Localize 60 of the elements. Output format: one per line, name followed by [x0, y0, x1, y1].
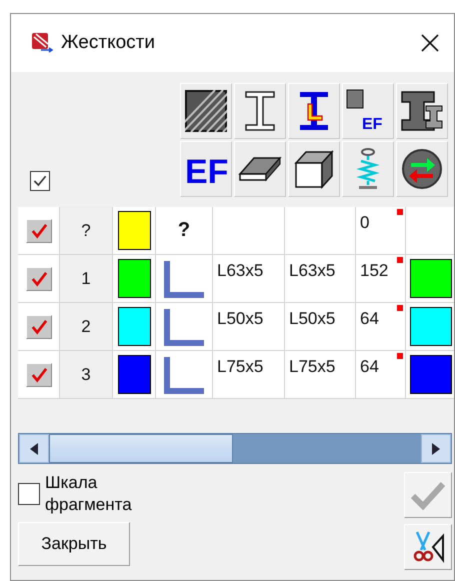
table-cell: 64: [356, 303, 406, 350]
show-all-checkbox[interactable]: [30, 171, 50, 191]
checkmark-icon: [411, 480, 445, 510]
close-button[interactable]: Закрыть: [18, 522, 130, 566]
table-cell: L75x5: [285, 351, 356, 398]
swap-icon: [401, 148, 443, 190]
ibeam-icon: [298, 90, 330, 132]
table-cell: L50x5: [213, 303, 285, 350]
checkmark-icon: [30, 270, 48, 286]
row-checkbox[interactable]: [26, 362, 52, 386]
color-swatch[interactable]: [118, 259, 150, 298]
scroll-right-button[interactable]: [421, 434, 451, 463]
scale-checkbox[interactable]: [18, 483, 40, 505]
scroll-left-button[interactable]: [19, 434, 49, 463]
hatch-icon: [185, 90, 227, 132]
cut-button[interactable]: [404, 524, 452, 570]
color-swatch[interactable]: [118, 355, 150, 394]
horizontal-scrollbar[interactable]: [18, 433, 452, 464]
checkmark-icon: [30, 318, 48, 334]
angle-section-icon: [162, 354, 206, 394]
scroll-thumb[interactable]: [49, 434, 233, 463]
left-arrow-icon: [29, 442, 39, 456]
row-checkbox[interactable]: [26, 218, 52, 242]
cube-icon: [294, 149, 334, 189]
angle-section-icon: [162, 258, 206, 298]
table-cell: 64: [356, 351, 406, 398]
close-icon[interactable]: [420, 33, 440, 53]
table-cell: L63x5: [285, 255, 356, 302]
checkmark-icon: [30, 222, 48, 238]
table-cell: L50x5: [285, 303, 356, 350]
row-checkbox[interactable]: [26, 266, 52, 290]
spring-icon: [356, 147, 380, 191]
color-swatch[interactable]: [118, 307, 150, 346]
checkmark-icon: [32, 173, 48, 189]
toolbar-button[interactable]: EF: [180, 141, 232, 197]
toolbar-button[interactable]: [288, 83, 340, 139]
toolbar-button[interactable]: [180, 83, 232, 139]
table-cell: 152: [356, 255, 406, 302]
toolbar-button[interactable]: [396, 83, 448, 139]
checkmark-icon: [30, 366, 48, 382]
table-cell: ?: [156, 207, 213, 254]
toolbar-button[interactable]: [234, 141, 286, 197]
profile-icon: [400, 90, 444, 132]
ibeam-icon: [244, 90, 276, 132]
angle-section-icon: [162, 306, 206, 346]
toolbar-button[interactable]: [288, 141, 340, 197]
right-arrow-icon: [431, 442, 441, 456]
toolbar-button[interactable]: EF: [342, 83, 394, 139]
ef-icon: EF: [184, 149, 228, 189]
scissors-icon: [411, 530, 445, 564]
table-cell: 0: [356, 207, 406, 254]
table-cell: L75x5: [213, 351, 285, 398]
toolbar-button[interactable]: [234, 83, 286, 139]
table-cell: L63x5: [213, 255, 285, 302]
toolbar-button[interactable]: [396, 141, 448, 197]
row-checkbox[interactable]: [26, 314, 52, 338]
app-icon: [31, 32, 53, 54]
color-swatch[interactable]: [118, 211, 150, 250]
window-title: Жесткости: [61, 32, 156, 54]
scale-label: Шкала фрагмента: [45, 472, 133, 516]
